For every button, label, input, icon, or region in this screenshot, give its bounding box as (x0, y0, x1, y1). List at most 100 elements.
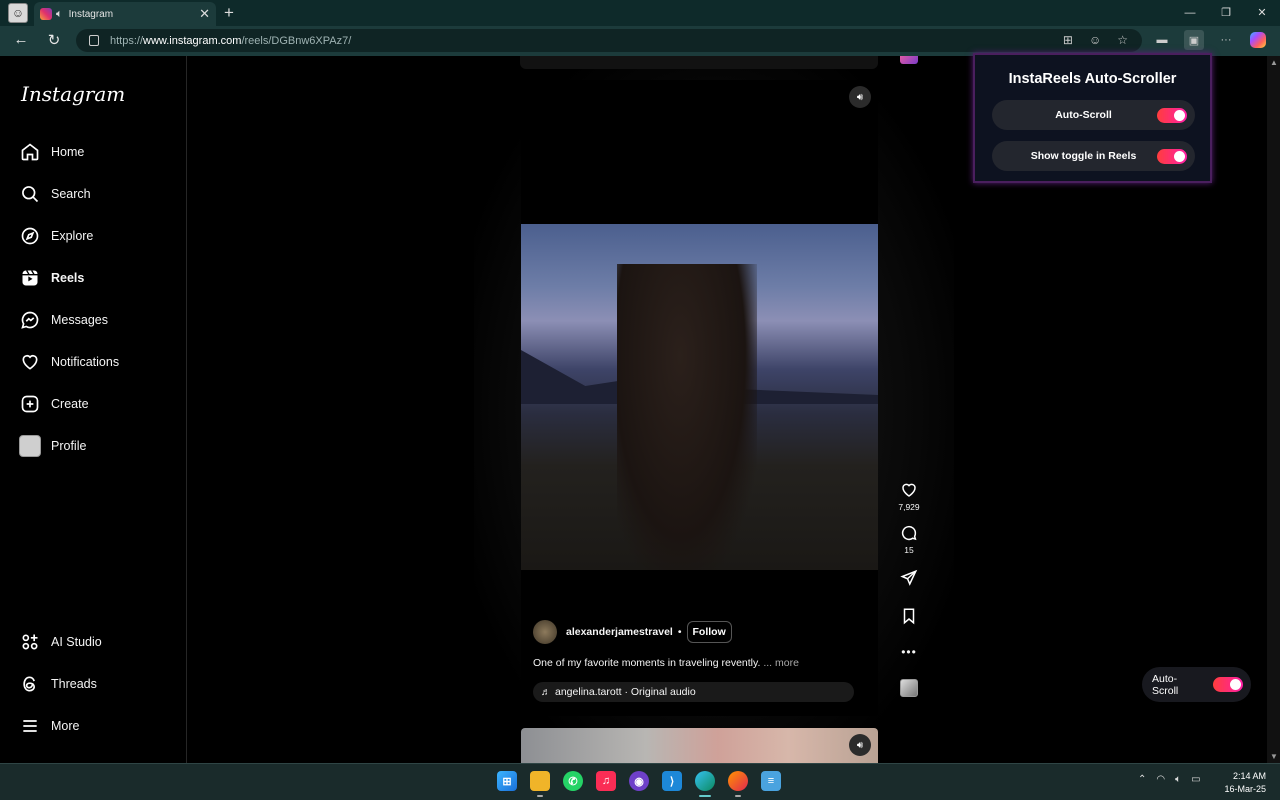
comment-icon (901, 525, 917, 541)
wifi-icon[interactable]: ◠ (1156, 774, 1165, 785)
nav-messages[interactable]: Messages (18, 308, 108, 332)
reel-video[interactable] (521, 224, 878, 570)
notepad-icon[interactable]: ≡ (761, 771, 781, 791)
whatsapp-icon[interactable]: ✆ (563, 771, 583, 791)
chevron-up-icon[interactable]: ⌃ (1138, 774, 1146, 785)
scroll-down-icon[interactable]: ▼ (1270, 752, 1278, 761)
floating-toggle-switch[interactable] (1213, 677, 1243, 692)
save-action[interactable] (900, 607, 918, 625)
back-icon[interactable]: ← (11, 31, 31, 48)
next-reel[interactable]: 🔊︎ (521, 728, 878, 763)
browser-tab[interactable]: 🔈︎ Instagram ✕ (34, 2, 216, 26)
new-tab-icon[interactable]: + (224, 3, 234, 23)
close-tab-icon[interactable]: ✕ (199, 6, 210, 22)
refresh-icon[interactable]: ↻ (44, 31, 64, 49)
nav-ai-studio[interactable]: AI Studio (18, 630, 102, 654)
file-explorer-icon[interactable] (530, 771, 550, 797)
popup-title: InstaReels Auto-Scroller (1008, 71, 1177, 87)
start-icon[interactable]: ⊞ (497, 771, 517, 791)
send-icon (900, 569, 918, 586)
nav-label: Reels (51, 271, 85, 285)
minimize-icon[interactable]: — (1172, 0, 1208, 26)
nav-explore[interactable]: Explore (18, 224, 93, 248)
music-note-icon: ♬ (541, 686, 551, 698)
extension-popup: InstaReels Auto-Scroller Auto-Scroll Sho… (973, 53, 1212, 183)
like-action[interactable]: 7,929 (898, 481, 920, 512)
vscode-icon[interactable]: ⟩ (662, 771, 682, 791)
nav-label: Threads (51, 677, 97, 691)
show-toggle-row[interactable]: Show toggle in Reels (992, 141, 1195, 171)
audio-thumbnail[interactable] (900, 679, 918, 697)
nav-label: Home (51, 145, 85, 159)
battery-icon[interactable]: ▭ (1191, 774, 1200, 785)
browser-tabbar: ☺ 🔈︎ Instagram ✕ + — ❐ ✕ (0, 0, 1280, 26)
audio-pill[interactable]: ♬ angelina.tarott · Original audio (533, 682, 854, 702)
nav-label: AI Studio (51, 635, 102, 649)
collections-icon[interactable]: ▬ (1152, 30, 1172, 50)
lock-icon[interactable] (89, 35, 99, 46)
apps-icon[interactable]: ⊞ (1063, 33, 1073, 47)
emoji-icon[interactable]: ☺ (1089, 33, 1101, 47)
extension-icon[interactable]: ▣ (1184, 30, 1204, 50)
profile-avatar-icon[interactable]: ☺ (8, 3, 28, 23)
nav-profile[interactable]: Profile (18, 434, 86, 458)
music-icon[interactable]: ♫ (596, 771, 616, 791)
favorite-star-icon[interactable]: ☆ (1117, 33, 1128, 47)
speaker-icon[interactable]: 🔊︎ (849, 86, 871, 108)
comment-action[interactable]: 15 (900, 524, 918, 555)
more-options-icon[interactable]: ••• (901, 645, 917, 659)
heart-icon (902, 483, 916, 497)
floating-auto-scroll-toggle[interactable]: Auto-Scroll (1142, 667, 1251, 702)
nav-label: Notifications (51, 355, 120, 369)
volume-icon[interactable]: 🔈︎ (1175, 774, 1181, 785)
heart-icon (18, 350, 42, 374)
github-icon[interactable]: ◉ (629, 771, 649, 791)
nav-threads[interactable]: Threads (18, 672, 97, 696)
share-action[interactable] (900, 569, 918, 587)
reel-username[interactable]: alexanderjamestravel (566, 626, 673, 638)
restore-icon[interactable]: ❐ (1208, 0, 1244, 26)
firefox-icon[interactable] (728, 771, 748, 797)
speaker-icon[interactable]: 🔈︎ (56, 8, 63, 21)
row-label: Show toggle in Reels (1030, 150, 1137, 162)
nav-reels[interactable]: Reels (18, 266, 84, 290)
nav-label: Messages (51, 313, 108, 327)
reel-card[interactable]: 🔊︎ alexanderjamestravel • Follow One of … (521, 80, 878, 716)
video-subject (617, 264, 757, 570)
nav-more[interactable]: More (18, 714, 79, 738)
speaker-icon[interactable]: 🔊︎ (849, 734, 871, 756)
reel-author: alexanderjamestravel • Follow (533, 620, 732, 644)
nav-create[interactable]: Create (18, 392, 89, 416)
nav-notifications[interactable]: Notifications (18, 350, 119, 374)
page-scrollbar[interactable]: ▲ ▼ (1267, 56, 1280, 763)
plus-icon (18, 392, 42, 416)
tab-title: Instagram (68, 8, 114, 20)
auto-scroll-toggle[interactable] (1157, 107, 1187, 123)
instagram-logo[interactable]: Instagram (21, 82, 125, 106)
reel-actions: 7,929 15 ••• (897, 481, 921, 709)
url-path: /reels/DGBnw6XPAz7/ (241, 34, 352, 47)
avatar[interactable] (533, 620, 557, 644)
auto-scroll-row[interactable]: Auto-Scroll (992, 100, 1195, 130)
threads-icon (18, 672, 42, 696)
url-domain: www.instagram.com (143, 34, 242, 47)
url-field[interactable]: https://www.instagram.com/reels/DGBnw6XP… (76, 29, 1142, 52)
scroll-up-icon[interactable]: ▲ (1270, 58, 1278, 67)
more-menu-icon[interactable]: ··· (1216, 30, 1236, 50)
home-icon (18, 140, 42, 164)
show-toggle-switch[interactable] (1157, 148, 1187, 164)
copilot-icon[interactable] (1248, 30, 1268, 50)
separator: • (677, 626, 682, 638)
menu-icon (18, 714, 42, 738)
previous-reel[interactable] (520, 56, 878, 69)
clock[interactable]: 2:14 AM 16-Mar-25 (1224, 770, 1266, 796)
nav-label: Profile (51, 439, 87, 453)
close-window-icon[interactable]: ✕ (1244, 0, 1280, 26)
edge-icon[interactable] (695, 771, 715, 797)
caption-more-link[interactable]: ... more (763, 657, 799, 669)
follow-button[interactable]: Follow (686, 621, 732, 643)
nav-home[interactable]: Home (18, 140, 84, 164)
comment-count: 15 (904, 545, 914, 555)
audio-thumbnail[interactable] (900, 56, 918, 64)
nav-search[interactable]: Search (18, 182, 91, 206)
